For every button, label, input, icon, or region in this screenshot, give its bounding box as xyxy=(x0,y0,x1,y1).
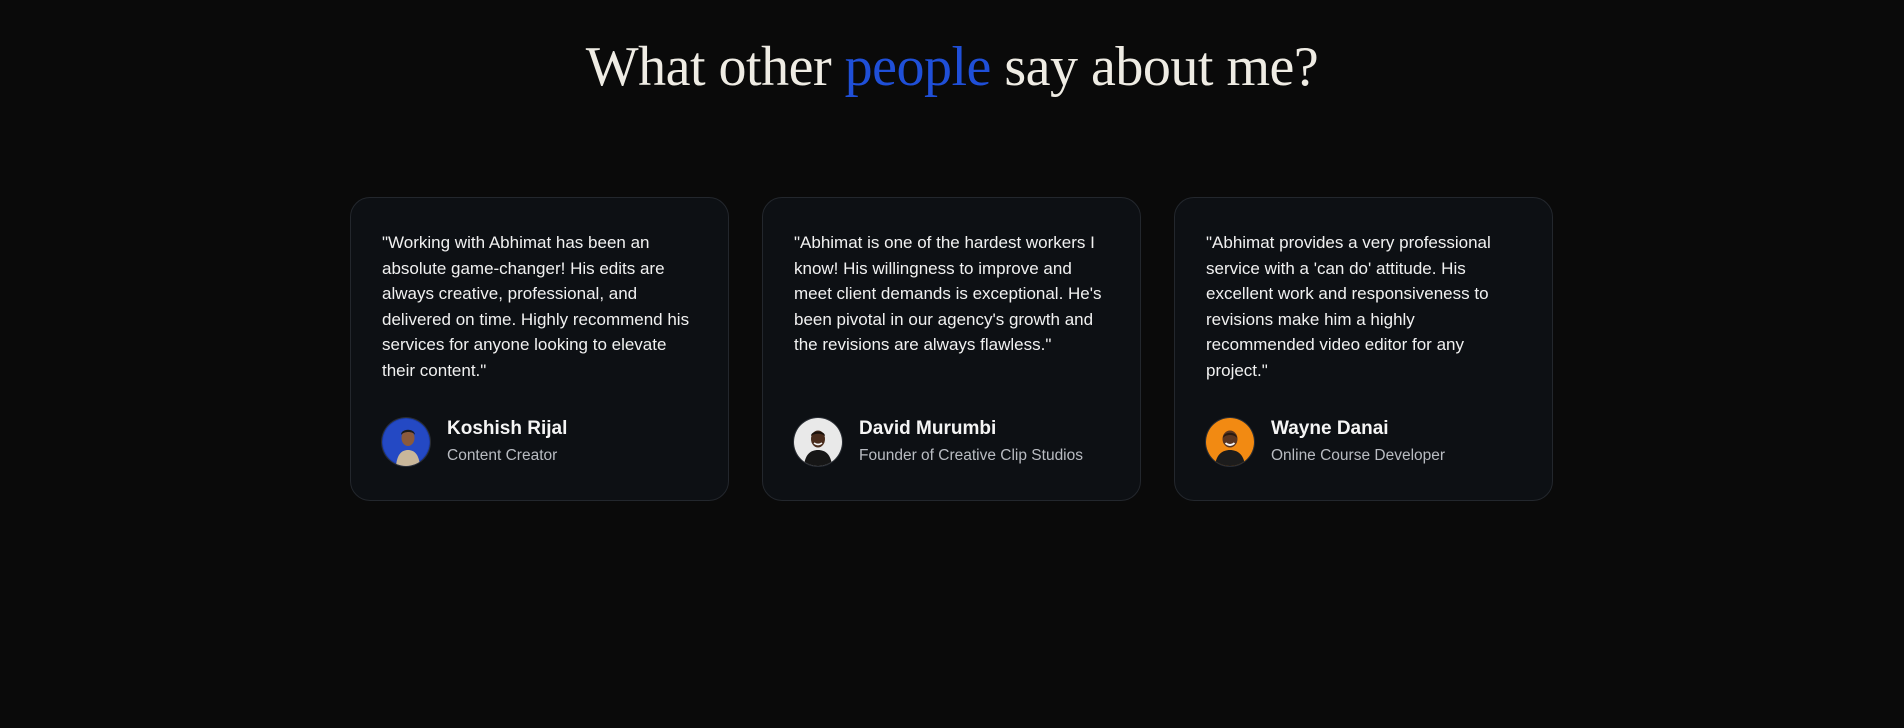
testimonial-card: "Working with Abhimat has been an absolu… xyxy=(350,197,729,501)
avatar xyxy=(1206,417,1254,466)
testimonial-card: "Abhimat is one of the hardest workers I… xyxy=(762,197,1141,501)
author-name: David Murumbi xyxy=(859,418,997,439)
testimonial-card: "Abhimat provides a very professional se… xyxy=(1174,197,1553,501)
testimonials-list: "Working with Abhimat has been an absolu… xyxy=(350,197,1553,501)
testimonial-author: Wayne Danai Online Course Developer xyxy=(1206,417,1445,466)
heading-text-after: say about me? xyxy=(990,36,1319,98)
testimonial-quote: "Working with Abhimat has been an absolu… xyxy=(382,233,690,380)
avatar xyxy=(794,417,842,466)
author-name: Koshish Rijal xyxy=(447,418,568,439)
author-role: Founder of Creative Clip Studios xyxy=(859,447,1084,464)
avatar xyxy=(382,417,430,466)
testimonial-quote: "Abhimat provides a very professional se… xyxy=(1206,233,1491,380)
author-name: Wayne Danai xyxy=(1271,418,1389,439)
person-avatar-icon xyxy=(794,417,842,466)
testimonial-author: Koshish Rijal Content Creator xyxy=(382,417,567,466)
testimonial-author: David Murumbi Founder of Creative Clip S… xyxy=(794,417,1083,466)
heading-text-before: What other xyxy=(585,36,845,98)
testimonial-quote: "Abhimat is one of the hardest workers I… xyxy=(794,233,1102,355)
person-avatar-icon xyxy=(1206,417,1254,466)
author-role: Content Creator xyxy=(447,447,558,464)
heading-accent-word: people xyxy=(844,36,992,98)
section-heading: What other people say about me? xyxy=(0,32,1904,102)
author-role: Online Course Developer xyxy=(1271,447,1446,464)
person-avatar-icon xyxy=(382,417,430,466)
